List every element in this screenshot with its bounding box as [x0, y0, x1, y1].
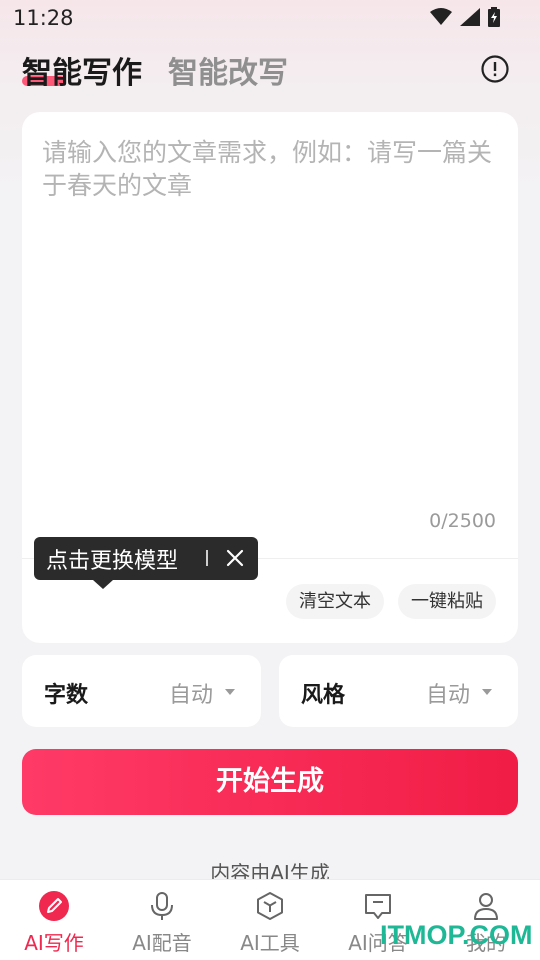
- word-count-select[interactable]: 字数 自动: [22, 655, 261, 727]
- nav-label: AI工具: [240, 931, 300, 955]
- tab-label: 智能写作: [22, 56, 142, 91]
- tooltip-text: 点击更换模型: [46, 549, 179, 574]
- nav-ai-writing[interactable]: AI写作: [0, 880, 108, 960]
- tab-smart-rewrite[interactable]: 智能改写: [168, 48, 288, 92]
- battery-icon: [488, 7, 500, 27]
- nav-label: AI写作: [24, 931, 84, 955]
- close-icon[interactable]: [224, 547, 246, 569]
- watermark: ITMOP.COM: [380, 920, 533, 950]
- status-bar: 11:28: [0, 0, 540, 36]
- mode-tabs: 智能写作 智能改写: [22, 48, 288, 92]
- model-switch-tooltip[interactable]: 点击更换模型: [34, 537, 258, 589]
- tab-label: 智能改写: [168, 56, 288, 91]
- tooltip-separator: [206, 550, 208, 566]
- nav-label: AI配音: [132, 931, 192, 955]
- option-label: 风格: [301, 683, 346, 708]
- character-counter: 0/2500: [429, 510, 496, 532]
- info-icon[interactable]: [480, 54, 510, 84]
- input-placeholder: 请输入您的文章需求，例如：请写一篇关于春天的文章: [42, 138, 493, 200]
- caret-down-icon: [482, 689, 492, 695]
- paste-button[interactable]: 一键粘贴: [398, 584, 496, 619]
- clear-text-button[interactable]: 清空文本: [286, 584, 384, 619]
- chat-icon: [365, 894, 391, 919]
- caret-down-icon: [225, 689, 235, 695]
- option-value: 自动: [425, 683, 470, 708]
- status-time: 11:28: [13, 6, 74, 30]
- article-request-input[interactable]: 请输入您的文章需求，例如：请写一篇关于春天的文章: [42, 136, 498, 516]
- tooltip-arrow: [93, 580, 113, 589]
- signal-icon: [460, 8, 480, 26]
- nav-ai-tools[interactable]: AI工具: [216, 880, 324, 960]
- cube-icon: [257, 892, 283, 920]
- status-icons: [430, 6, 500, 28]
- user-icon: [474, 893, 498, 920]
- start-generate-button[interactable]: 开始生成: [22, 749, 518, 815]
- option-label: 字数: [44, 683, 89, 708]
- wifi-icon: [430, 8, 452, 25]
- microphone-icon: [151, 892, 173, 920]
- tab-smart-writing[interactable]: 智能写作: [22, 48, 142, 92]
- nav-ai-voice[interactable]: AI配音: [108, 880, 216, 960]
- option-value: 自动: [168, 683, 213, 708]
- style-select[interactable]: 风格 自动: [279, 655, 518, 727]
- pen-icon: [39, 891, 69, 921]
